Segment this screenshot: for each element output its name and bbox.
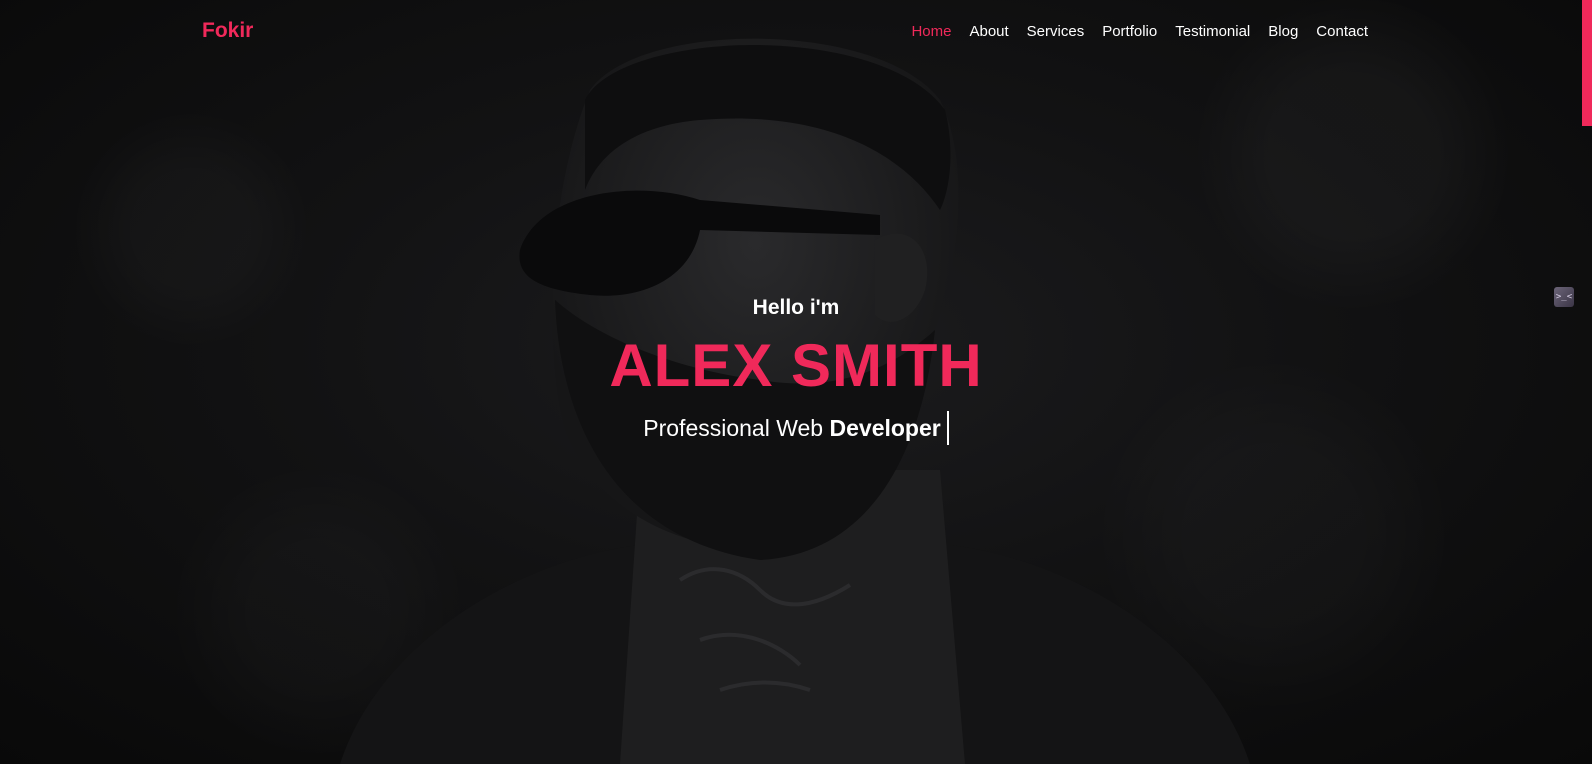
top-navbar: Fokir Home About Services Portfolio Test…: [0, 0, 1592, 64]
hero-greeting: Hello i'm: [752, 296, 840, 319]
hero-section: Fokir Home About Services Portfolio Test…: [0, 0, 1592, 764]
nav-link-home[interactable]: Home: [911, 23, 951, 40]
nav-menu: Home About Services Portfolio Testimonia…: [911, 23, 1368, 41]
hero-subtitle-prefix: Professional Web: [643, 415, 830, 442]
scrollbar[interactable]: [1582, 0, 1592, 764]
nav-link-about[interactable]: About: [969, 23, 1008, 40]
nav-link-testimonial[interactable]: Testimonial: [1175, 23, 1250, 40]
nav-link-contact[interactable]: Contact: [1316, 23, 1368, 40]
nav-item-portfolio: Portfolio: [1102, 23, 1157, 41]
typing-cursor: [946, 411, 949, 445]
nav-item-home: Home: [911, 23, 951, 41]
brand-logo[interactable]: Fokir: [202, 19, 253, 43]
nav-link-blog[interactable]: Blog: [1268, 23, 1298, 40]
nav-item-testimonial: Testimonial: [1175, 23, 1250, 41]
hero-name: ALEX SMITH: [609, 332, 983, 399]
nav-item-about: About: [969, 23, 1008, 41]
nav-link-services[interactable]: Services: [1027, 23, 1085, 40]
hero-subtitle: Professional Web Developer: [0, 411, 1592, 447]
hero-subtitle-highlight: Developer: [829, 415, 941, 442]
terminal-glyph: >_<: [1555, 292, 1573, 302]
nav-link-portfolio[interactable]: Portfolio: [1102, 23, 1157, 40]
terminal-icon[interactable]: >_<: [1554, 287, 1574, 307]
nav-item-blog: Blog: [1268, 23, 1298, 41]
nav-item-contact: Contact: [1316, 23, 1368, 41]
scrollbar-thumb[interactable]: [1582, 0, 1592, 126]
nav-item-services: Services: [1027, 23, 1085, 41]
hero-content: Hello i'm ALEX SMITH Professional Web De…: [0, 296, 1592, 447]
